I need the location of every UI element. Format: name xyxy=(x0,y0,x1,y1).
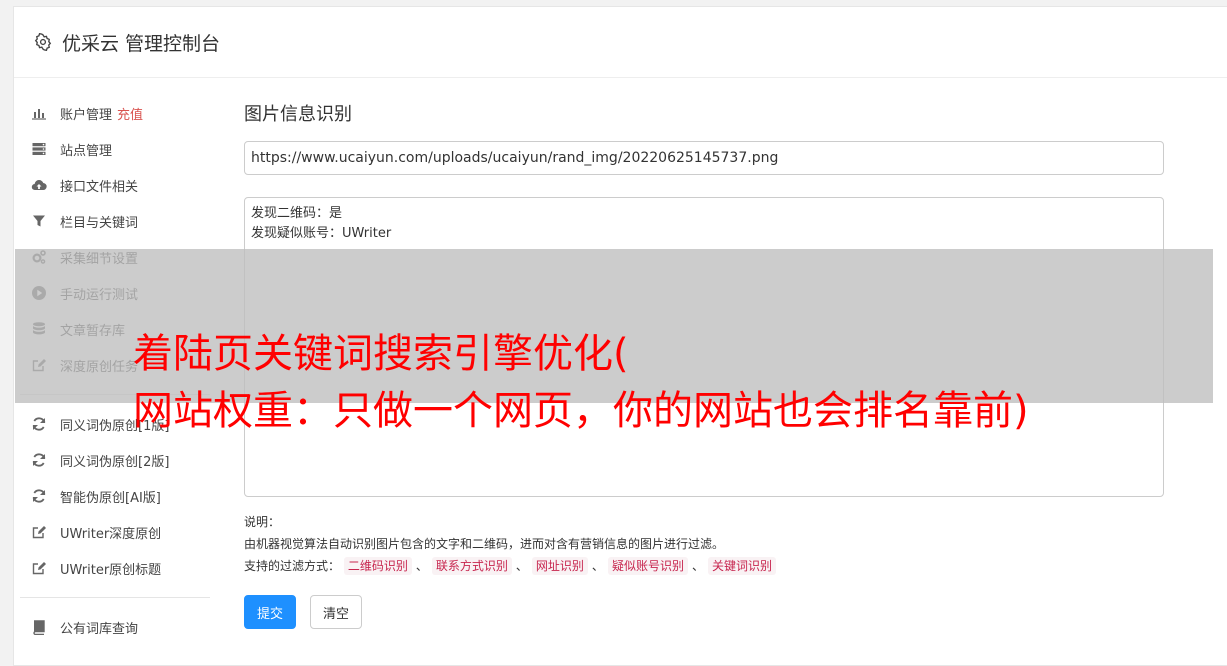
submit-button[interactable]: 提交 xyxy=(244,595,297,629)
filter-separator: 、 xyxy=(591,559,604,573)
sidebar-item-label: 接口文件相关 xyxy=(60,179,139,195)
sidebar-item-label: UWriter深度原创 xyxy=(60,526,162,542)
filter-tag: 网址识别 xyxy=(531,557,588,575)
refresh-icon xyxy=(31,452,47,468)
sidebar-item-label: 栏目与关键词 xyxy=(60,215,139,231)
sidebar-item[interactable]: UWriter深度原创 xyxy=(20,514,210,550)
filter-separator: 、 xyxy=(691,559,704,573)
book-icon xyxy=(31,619,47,635)
sidebar-item[interactable]: 同义词伪原创[2版] xyxy=(20,442,210,478)
sidebar-item-label: 公有词库查询 xyxy=(60,621,139,637)
sidebar-item[interactable]: UWriter原创标题 xyxy=(20,550,210,586)
result-line-account: 发现疑似账号：UWriter xyxy=(251,226,392,241)
filter-label: 支持的过滤方式： xyxy=(244,559,341,573)
filter-tag: 联系方式识别 xyxy=(431,557,512,575)
overlay-caption: 着陆页关键词搜索引擎优化( 网站权重：只做一个网页，你的网站也会排名靠前) xyxy=(133,326,1223,440)
overlay-line-1: 着陆页关键词搜索引擎优化( xyxy=(133,331,629,377)
note-desc: 由机器视觉算法自动识别图片包含的文字和二维码，进而对含有营销信息的图片进行过滤。 xyxy=(244,537,725,551)
sidebar-item[interactable]: 站点管理 xyxy=(20,131,210,167)
gear-icon xyxy=(34,32,52,52)
cloud-upload-icon xyxy=(31,177,47,193)
filter-separator: 、 xyxy=(515,559,528,573)
sidebar-item[interactable]: 接口文件相关 xyxy=(20,167,210,203)
sidebar-divider xyxy=(20,597,210,598)
button-row: 提交 清空 xyxy=(244,595,1164,629)
sidebar-item[interactable]: 栏目与关键词 xyxy=(20,203,210,239)
sidebar-item[interactable]: 智能伪原创[AI版] xyxy=(20,478,210,514)
section-title: 图片信息识别 xyxy=(244,104,352,125)
refresh-icon xyxy=(31,488,47,504)
server-icon xyxy=(31,141,47,157)
sidebar-item[interactable]: 公有词库查询 xyxy=(20,609,210,645)
filter-icon xyxy=(31,213,47,229)
sidebar-item-label: UWriter原创标题 xyxy=(60,562,162,578)
note-title: 说明： xyxy=(244,515,281,529)
bar-chart-icon xyxy=(31,105,47,121)
sidebar-item-label: 账户管理 xyxy=(60,107,113,123)
recharge-link[interactable]: 充值 xyxy=(117,104,143,123)
filter-tag: 关键词识别 xyxy=(707,557,776,575)
filter-methods: 支持的过滤方式： 二维码识别、联系方式识别、网址识别、疑似账号识别、关键词识别 xyxy=(244,555,1164,577)
sidebar-item[interactable]: 账户管理 充值 xyxy=(20,95,210,131)
filter-tag: 疑似账号识别 xyxy=(607,557,688,575)
result-line-qrcode: 发现二维码：是 xyxy=(251,206,343,221)
image-url-input[interactable]: https://www.ucaiyun.com/uploads/ucaiyun/… xyxy=(244,141,1164,175)
page-title: 优采云 管理控制台 xyxy=(62,32,221,55)
filter-separator: 、 xyxy=(415,559,428,573)
edit-icon xyxy=(31,560,47,576)
sidebar-item-label: 站点管理 xyxy=(60,143,113,159)
header: 优采云 管理控制台 xyxy=(14,7,1227,78)
overlay-line-2: 网站权重：只做一个网页，你的网站也会排名靠前) xyxy=(133,388,1029,434)
edit-icon xyxy=(31,524,47,540)
refresh-icon xyxy=(31,416,47,432)
filter-tag: 二维码识别 xyxy=(343,557,412,575)
sidebar-item-label: 同义词伪原创[2版] xyxy=(60,454,170,470)
sidebar-item-label: 智能伪原创[AI版] xyxy=(60,490,161,506)
clear-button[interactable]: 清空 xyxy=(310,595,363,629)
description-note: 说明： 由机器视觉算法自动识别图片包含的文字和二维码，进而对含有营销信息的图片进… xyxy=(244,511,1164,577)
